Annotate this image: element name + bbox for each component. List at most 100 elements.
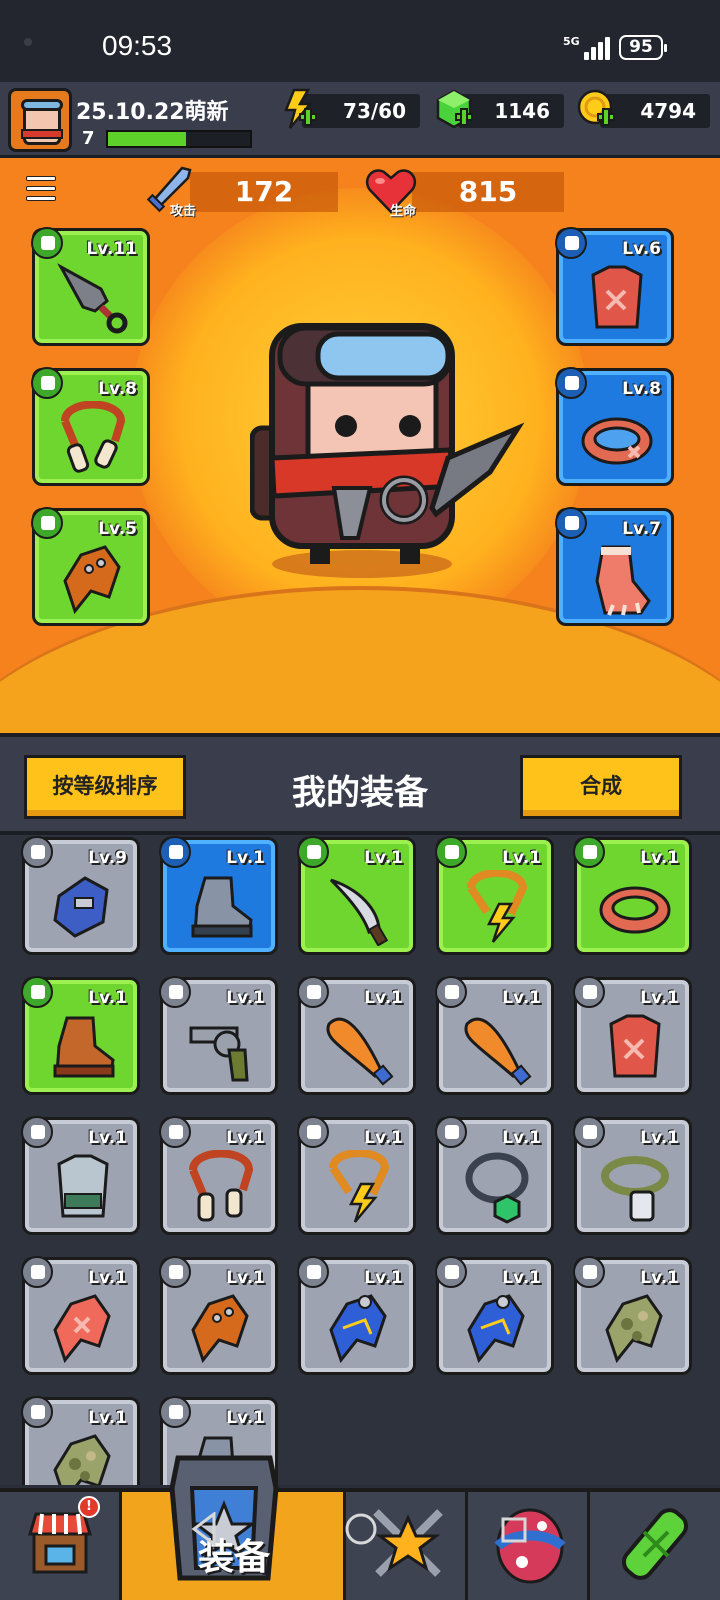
player-avatar[interactable] — [8, 88, 72, 152]
recents-gesture-icon[interactable] — [500, 1516, 528, 1544]
star-swords-icon — [373, 1509, 443, 1577]
item-level: Lv.1 — [640, 848, 679, 868]
gloves-slot-icon — [21, 1396, 53, 1428]
bat-icon — [326, 1017, 394, 1086]
inventory-item-bat[interactable]: Lv.1 — [297, 976, 416, 1095]
gloves-slot-icon — [573, 1256, 605, 1288]
item-level: Lv.1 — [502, 848, 541, 868]
attack-label: 攻击 — [170, 204, 197, 219]
gloves-slot-icon — [21, 1256, 53, 1288]
red-vest-icon — [609, 1014, 661, 1078]
slot-level: Lv.8 — [622, 379, 661, 399]
item-level: Lv.1 — [88, 1408, 127, 1428]
armor-slot-icon — [555, 227, 587, 259]
inventory-item-blue-glove[interactable]: Lv.1 — [297, 1256, 416, 1375]
inventory-header: 按等级排序 我的装备 合成 — [0, 733, 720, 835]
item-level: Lv.1 — [226, 848, 265, 868]
avatar-scarf — [21, 129, 63, 139]
kunai-icon — [57, 263, 128, 334]
lightning-icon[interactable] — [278, 88, 320, 130]
xp-bar — [106, 130, 252, 148]
item-level: Lv.1 — [364, 1128, 403, 1148]
item-level: Lv.1 — [364, 988, 403, 1008]
inventory-item-dog-tag[interactable]: Lv.1 — [573, 1116, 692, 1235]
inventory-item-boot[interactable]: Lv.1 — [159, 836, 278, 955]
emerald-necklace-icon — [465, 1152, 529, 1224]
blue-glove-icon — [329, 1294, 387, 1364]
inventory-item-bone-necklace[interactable]: Lv.1 — [159, 1116, 278, 1235]
inventory-item-bat[interactable]: Lv.1 — [435, 976, 554, 1095]
camo-glove-icon — [53, 1434, 111, 1485]
inventory-item-machete[interactable]: Lv.1 — [297, 836, 416, 955]
weapon-slot-icon — [435, 976, 467, 1008]
gloves-slot-icon — [21, 836, 53, 868]
item-level: Lv.1 — [502, 1128, 541, 1148]
item-level: Lv.1 — [88, 1268, 127, 1288]
fur-boot-icon — [595, 545, 651, 616]
item-level: Lv.1 — [226, 1408, 265, 1428]
inventory-item-camo-glove[interactable]: Lv.1 — [21, 1396, 140, 1485]
gloves-slot-icon — [159, 1256, 191, 1288]
inventory-item-camo-glove[interactable]: Lv.1 — [573, 1256, 692, 1375]
inventory-item-red-vest[interactable]: Lv.1 — [573, 976, 692, 1095]
inventory-item-leather-gloves[interactable]: Lv.1 — [159, 1256, 278, 1375]
boots-slot-icon — [159, 836, 191, 868]
equipped-belt-slot[interactable]: Lv.8 — [555, 367, 674, 486]
signal-icon — [578, 36, 612, 60]
gem-icon[interactable] — [434, 88, 476, 130]
nav-tab-battle[interactable] — [346, 1492, 468, 1600]
gloves-slot-icon — [435, 1256, 467, 1288]
hero-panel: 172 攻击 815 生命 Lv.11 Lv.8 Lv.5 Lv.6 Lv.8 … — [0, 158, 720, 733]
necklace-slot-icon — [435, 836, 467, 868]
boots-slot-icon — [555, 507, 587, 539]
item-level: Lv.1 — [226, 1128, 265, 1148]
inventory-item-steel-vest[interactable]: Lv.1 — [21, 1116, 140, 1235]
status-time: 09:53 — [102, 30, 173, 61]
boot-icon — [191, 876, 253, 938]
merge-button[interactable]: 合成 — [520, 755, 682, 819]
menu-icon[interactable] — [26, 176, 56, 202]
blue-glove-icon — [467, 1294, 525, 1364]
nav-tab-gene[interactable] — [590, 1492, 720, 1600]
belt-slot-icon — [573, 836, 605, 868]
equipped-boots-slot[interactable]: Lv.7 — [555, 507, 674, 626]
inventory-item-red-glove[interactable]: Lv.1 — [21, 1256, 140, 1375]
coin-icon[interactable] — [576, 88, 618, 130]
item-level: Lv.1 — [640, 1268, 679, 1288]
bone-necklace-icon — [61, 401, 126, 473]
item-level: Lv.9 — [88, 848, 127, 868]
player-level: 7 — [82, 128, 95, 149]
equipped-armor-slot[interactable]: Lv.6 — [555, 227, 674, 346]
weapon-slot-icon — [159, 976, 191, 1008]
inventory-item-gauntlet[interactable]: Lv.9 — [21, 836, 140, 955]
boots-slot-icon — [159, 1396, 191, 1428]
attack-value: 172 — [190, 172, 338, 212]
nav-tab-egg[interactable] — [468, 1492, 590, 1600]
sort-by-level-button[interactable]: 按等级排序 — [24, 755, 186, 819]
inventory-item-blue-glove[interactable]: Lv.1 — [435, 1256, 554, 1375]
inventory-item-fur-belt[interactable]: Lv.1 — [573, 836, 692, 955]
fur-belt-icon — [581, 417, 653, 465]
inventory-item-lightning-necklace[interactable]: Lv.1 — [435, 836, 554, 955]
back-gesture-icon[interactable] — [190, 1512, 218, 1546]
nav-tab-shop[interactable]: ! — [0, 1492, 122, 1600]
bone-necklace-icon — [189, 1150, 254, 1222]
inventory-item-leather-boot[interactable]: Lv.1 — [21, 976, 140, 1095]
item-level: Lv.1 — [364, 848, 403, 868]
weapon-slot-icon — [297, 976, 329, 1008]
fur-belt-icon — [599, 886, 671, 934]
inventory-item-emerald-necklace[interactable]: Lv.1 — [435, 1116, 554, 1235]
boots-slot-icon — [21, 976, 53, 1008]
lightning-necklace-icon — [329, 1150, 390, 1223]
equipped-weapon-slot[interactable]: Lv.11 — [31, 227, 150, 346]
avatar-goggles — [21, 99, 63, 111]
inventory-item-revolver[interactable]: Lv.1 — [159, 976, 278, 1095]
belt-slot-icon — [555, 367, 587, 399]
item-level: Lv.1 — [226, 1268, 265, 1288]
home-gesture-icon[interactable] — [344, 1512, 378, 1546]
equipped-gloves-slot[interactable]: Lv.5 — [31, 507, 150, 626]
xp-bar-fill — [108, 132, 187, 146]
equipped-necklace-slot[interactable]: Lv.8 — [31, 367, 150, 486]
inventory-item-lightning-necklace[interactable]: Lv.1 — [297, 1116, 416, 1235]
player-name: 25.10.22萌新 — [76, 100, 229, 125]
